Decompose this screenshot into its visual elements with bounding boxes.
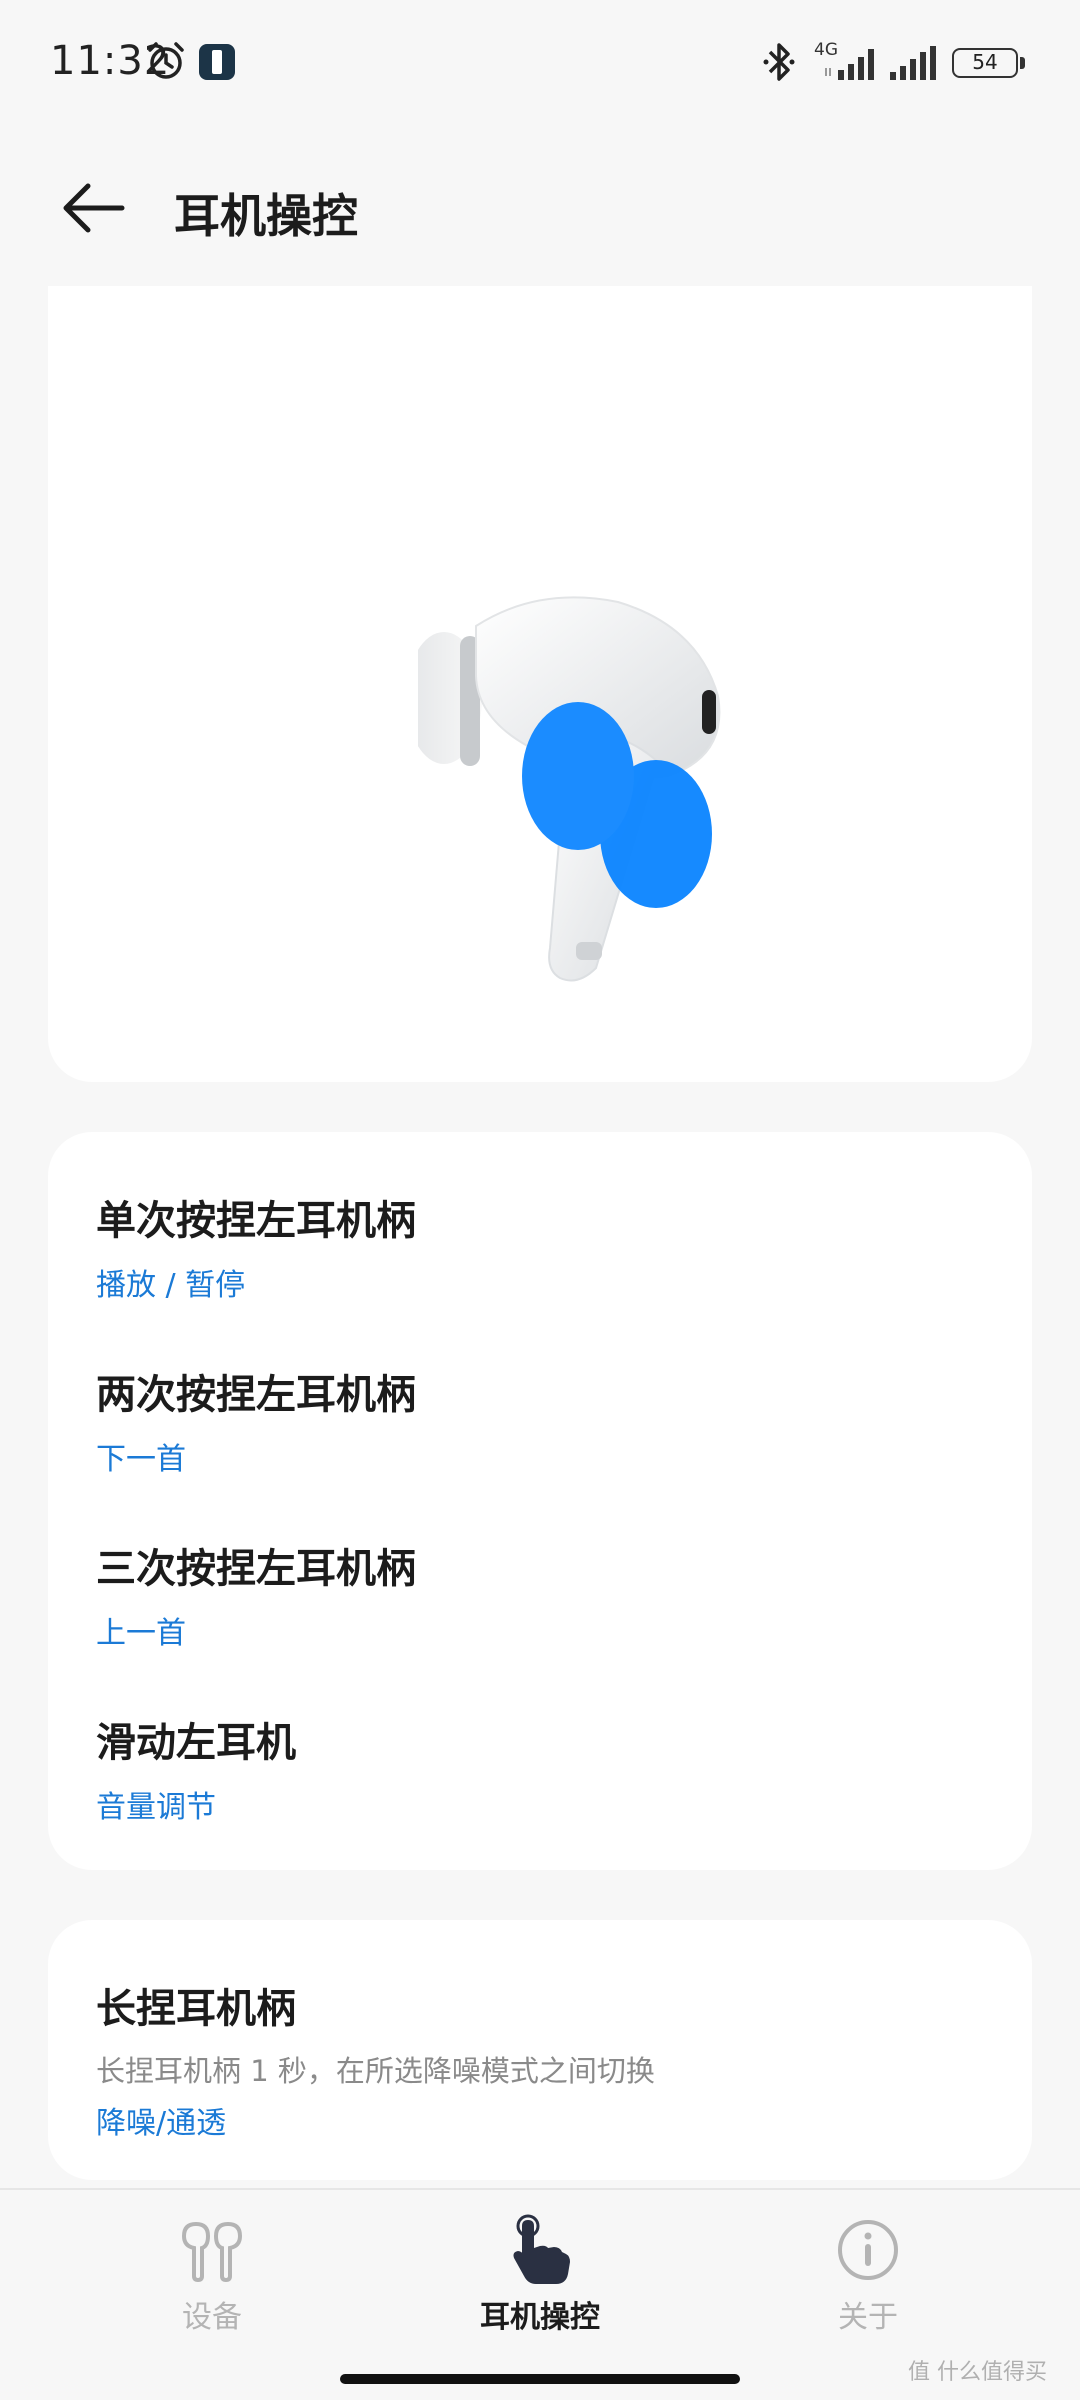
list-item-double-pinch[interactable]: 两次按捏左耳机柄 下一首 xyxy=(96,1362,996,1478)
page-title: 耳机操控 xyxy=(174,189,358,243)
item-description: 长捏耳机柄 1 秒，在所选降噪模式之间切换 xyxy=(96,2054,655,2088)
home-indicator[interactable] xyxy=(340,2374,740,2384)
battery-level: 54 xyxy=(972,50,998,74)
battery-icon: 54 xyxy=(952,48,1025,78)
signal-strength-icon xyxy=(890,46,936,80)
item-title: 滑动左耳机 xyxy=(96,1720,296,1766)
gesture-settings-card: 单次按捏左耳机柄 播放 / 暂停 两次按捏左耳机柄 下一首 三次按捏左耳机柄 上… xyxy=(48,1132,1032,1870)
nav-label: 设备 xyxy=(182,2300,242,2335)
long-press-card: 长捏耳机柄 长捏耳机柄 1 秒，在所选降噪模式之间切换 降噪/通透 xyxy=(48,1920,1032,2180)
item-value: 播放 / 暂停 xyxy=(96,1268,246,1303)
list-item-long-press[interactable]: 长捏耳机柄 长捏耳机柄 1 秒，在所选降噪模式之间切换 降噪/通透 xyxy=(96,1976,996,2142)
nav-tab-devices[interactable]: 设备 xyxy=(112,2214,312,2335)
earbud-illustration xyxy=(418,596,721,982)
item-value: 音量调节 xyxy=(96,1790,216,1825)
alarm-icon xyxy=(148,42,184,79)
app-notification-icon xyxy=(199,44,235,80)
nav-label: 耳机操控 xyxy=(480,2300,600,2335)
item-title: 长捏耳机柄 xyxy=(96,1986,296,2032)
item-title: 两次按捏左耳机柄 xyxy=(96,1372,416,1418)
item-value: 降噪/通透 xyxy=(96,2106,227,2141)
list-item-swipe[interactable]: 滑动左耳机 音量调节 xyxy=(96,1710,996,1826)
list-item-triple-pinch[interactable]: 三次按捏左耳机柄 上一首 xyxy=(96,1536,996,1652)
watermark: 值 什么值得买 xyxy=(908,2360,1047,2385)
item-title: 三次按捏左耳机柄 xyxy=(96,1546,416,1592)
list-item-single-pinch[interactable]: 单次按捏左耳机柄 播放 / 暂停 xyxy=(96,1188,996,1304)
nav-tab-about[interactable]: 关于 xyxy=(768,2214,968,2335)
nav-tab-controls[interactable]: 耳机操控 xyxy=(440,2214,640,2335)
nav-label: 关于 xyxy=(838,2300,898,2335)
item-value: 下一首 xyxy=(96,1442,186,1477)
touch-hand-icon xyxy=(513,2214,570,2284)
info-icon xyxy=(838,2220,898,2280)
item-title: 单次按捏左耳机柄 xyxy=(96,1198,416,1244)
bluetooth-icon xyxy=(763,43,795,81)
status-bar: 11:32 4G 54 xyxy=(0,0,1080,128)
item-value: 上一首 xyxy=(96,1616,186,1651)
app-page: 11:32 4G 54 耳机操控 单次按捏左耳机柄 播放 / 暂停 两次按捏左耳… xyxy=(0,0,1080,2400)
earbud-preview-card: 左耳 右耳 xyxy=(48,286,1032,1296)
back-button[interactable] xyxy=(56,176,132,240)
signal-strength-icon xyxy=(825,49,874,80)
earbuds-icon xyxy=(181,2221,243,2283)
